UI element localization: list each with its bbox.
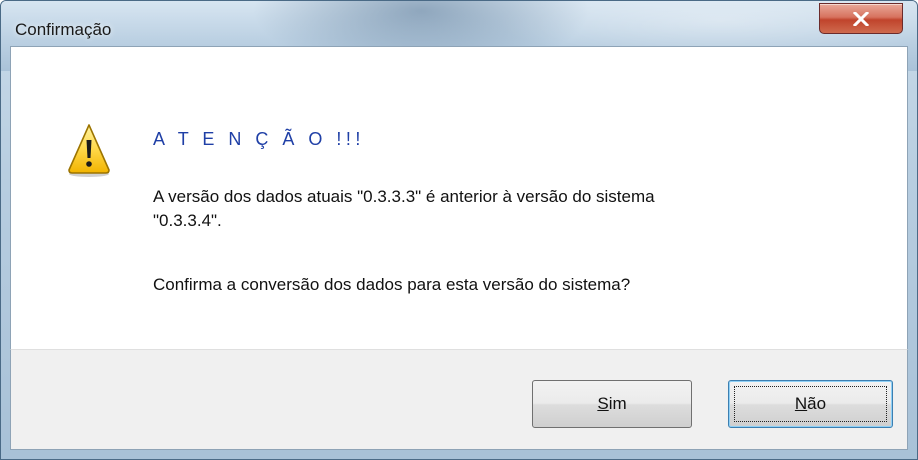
close-button[interactable] bbox=[819, 3, 903, 34]
yes-button-label: Sim bbox=[597, 394, 627, 413]
message-line-1: A versão dos dados atuais "0.3.3.3" é an… bbox=[153, 187, 655, 206]
yes-button[interactable]: Sim bbox=[532, 380, 692, 428]
confirmation-question: Confirma a conversão dos dados para esta… bbox=[153, 275, 631, 294]
confirmation-dialog: Confirmação A T E N Ç Ã O !!! A versão d… bbox=[0, 0, 918, 460]
message-line-2: "0.3.3.4". bbox=[153, 211, 222, 230]
no-button-label: Não bbox=[794, 394, 827, 413]
no-button[interactable]: Não bbox=[728, 380, 893, 428]
attention-heading: A T E N Ç Ã O !!! bbox=[153, 129, 365, 149]
window-title: Confirmação bbox=[15, 20, 112, 39]
warning-triangle-icon bbox=[67, 122, 111, 178]
close-x-icon bbox=[853, 11, 869, 26]
